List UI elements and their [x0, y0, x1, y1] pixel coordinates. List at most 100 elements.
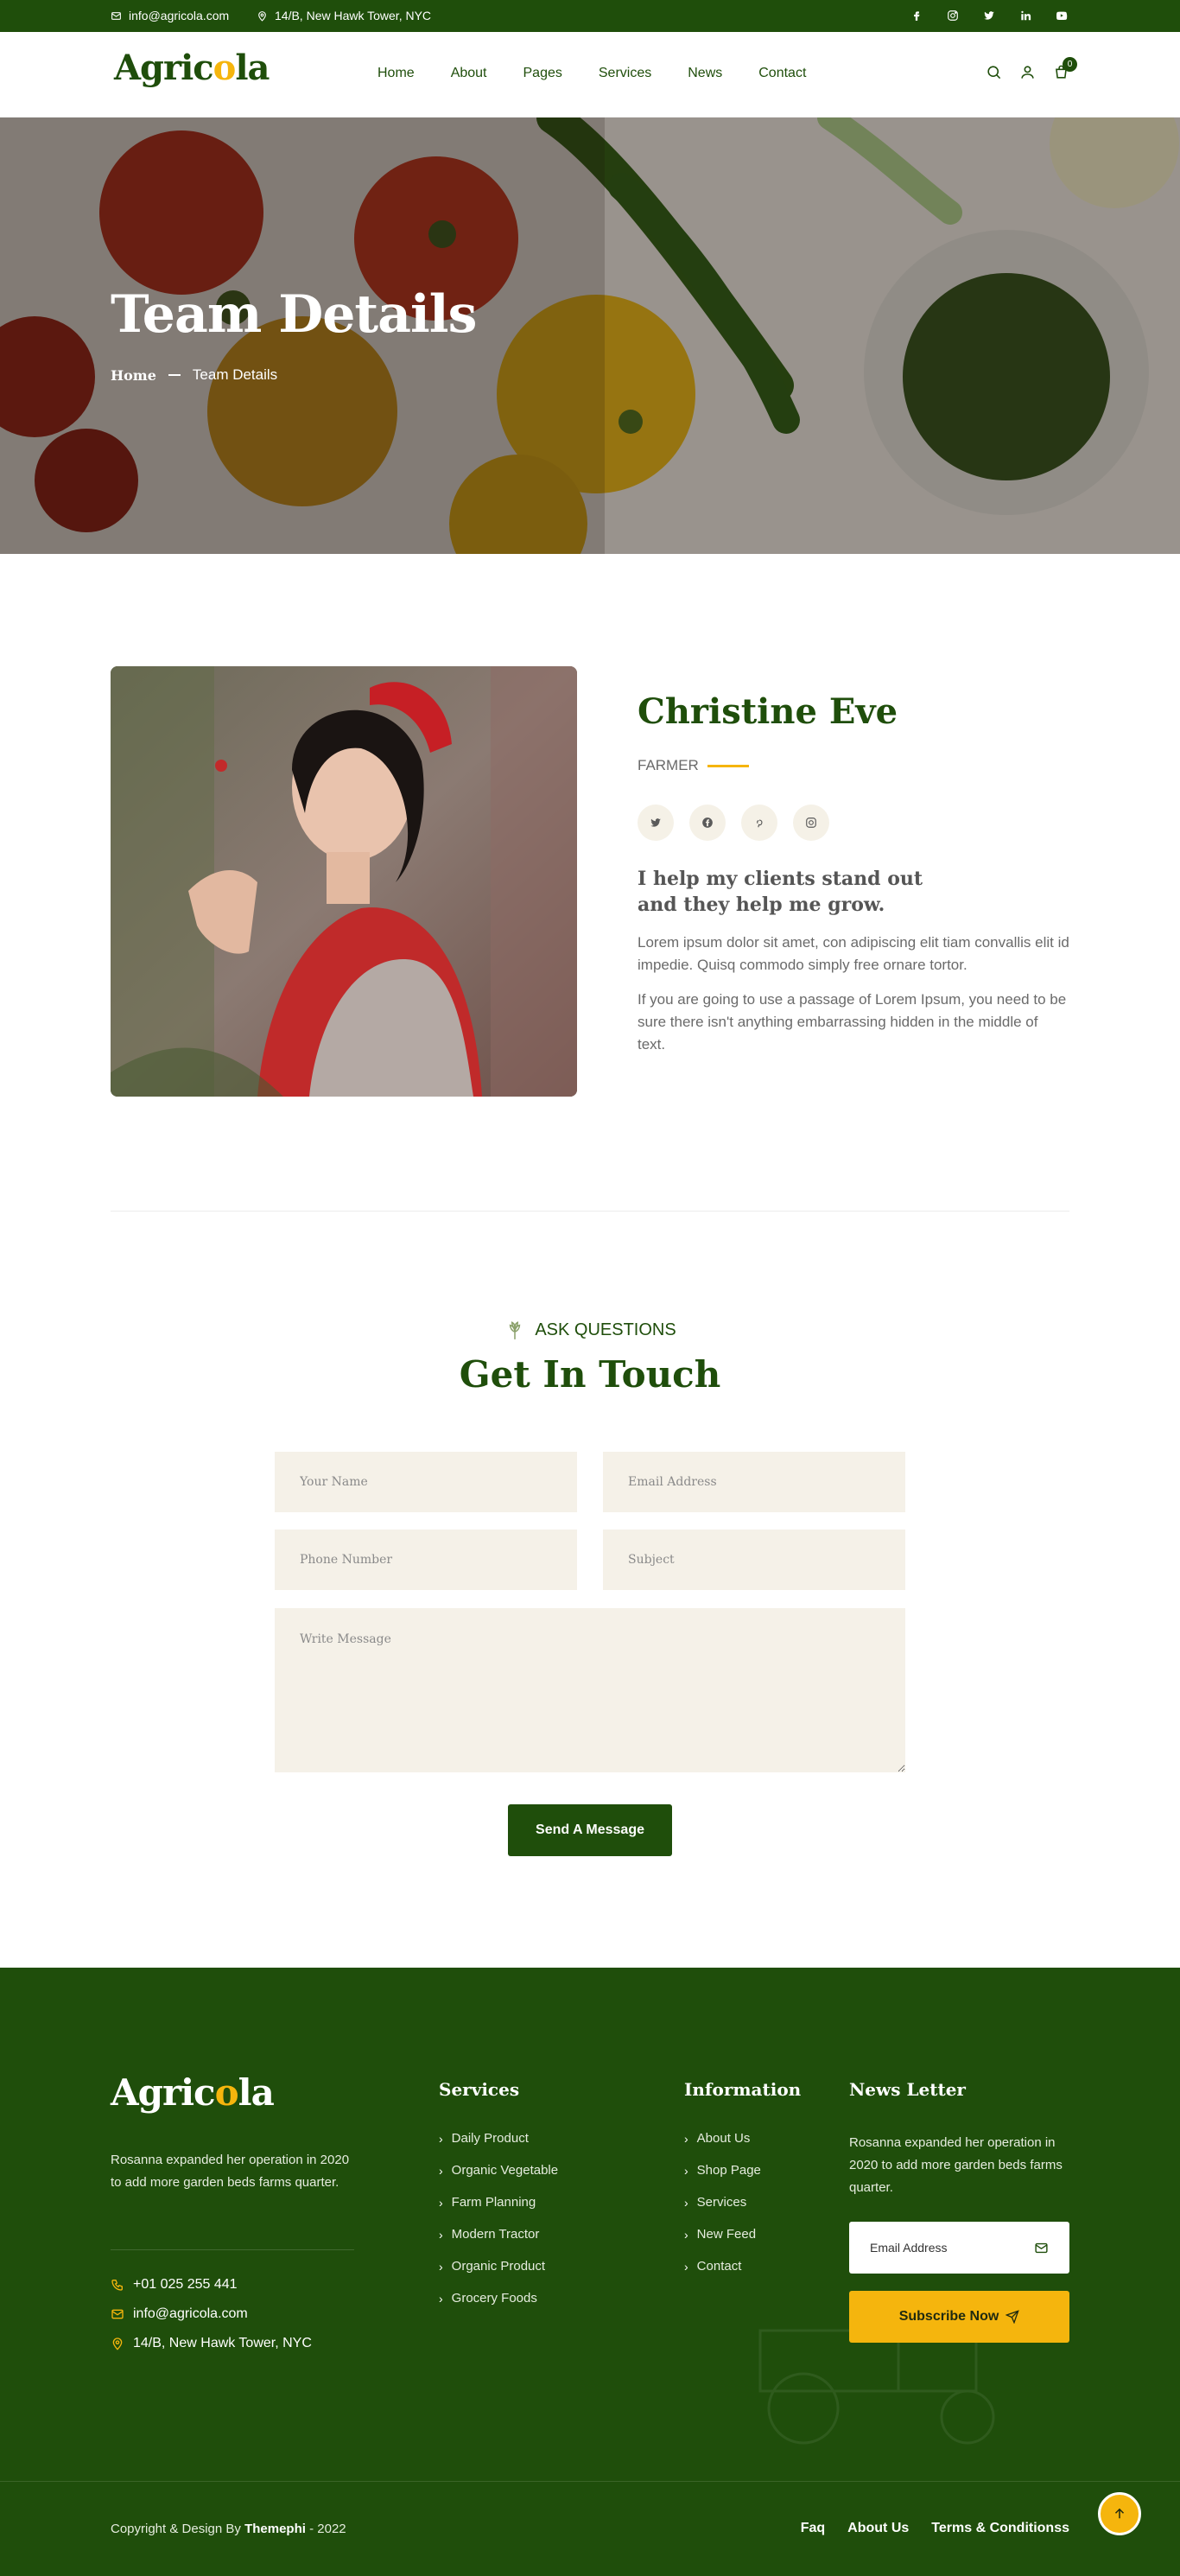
- footer-address: 14/B, New Hawk Tower, NYC: [111, 2336, 312, 2351]
- nav-news[interactable]: News: [688, 66, 722, 81]
- scroll-to-top-button[interactable]: [1098, 2492, 1141, 2535]
- footer-info-label: New Feed: [696, 2227, 757, 2242]
- footer-info-label: Services: [696, 2195, 747, 2210]
- wheat-icon: [510, 1321, 521, 1339]
- cart-count-badge: 0: [1063, 57, 1077, 72]
- footer-service-label: Daily Product: [451, 2131, 529, 2146]
- footer-info-link[interactable]: › About Us: [684, 2131, 801, 2146]
- instagram-icon[interactable]: [793, 805, 829, 841]
- logo-text-2: la: [235, 48, 270, 88]
- newsletter-email-input[interactable]: Email Address: [849, 2222, 1069, 2274]
- email-input[interactable]: [603, 1452, 905, 1512]
- mail-icon: [111, 11, 121, 20]
- nav-pages[interactable]: Pages: [523, 66, 562, 81]
- footer-bottom-divider: [0, 2481, 1180, 2482]
- copyright-brand[interactable]: Themephi: [244, 2522, 306, 2536]
- cart-icon[interactable]: 0: [1053, 57, 1077, 80]
- footer-news-title: News Letter: [849, 2079, 966, 2100]
- footer-service-link[interactable]: › Grocery Foods: [439, 2291, 558, 2306]
- location-pin-icon: [258, 10, 266, 22]
- chevron-right-icon: ›: [439, 2291, 443, 2306]
- member-paragraph-1: Lorem ipsum dolor sit amet, con adipisci…: [638, 934, 1069, 973]
- footer-phone-text: +01 025 255 441: [133, 2277, 238, 2292]
- topbar-address-text: 14/B, New Hawk Tower, NYC: [275, 9, 432, 22]
- footer-contact: +01 025 255 441 info@agricola.com 14/B, …: [111, 2277, 312, 2365]
- subscribe-button[interactable]: Subscribe Now: [849, 2291, 1069, 2343]
- footer-email[interactable]: info@agricola.com: [111, 2306, 312, 2322]
- about-us-link[interactable]: About Us: [847, 2521, 909, 2536]
- footer-logo[interactable]: Agricola: [111, 2071, 275, 2114]
- topbar-socials: [909, 8, 1069, 23]
- footer-services: Services › Daily Product › Organic Vegetab…: [439, 2079, 558, 2323]
- mail-icon: [1035, 2242, 1048, 2253]
- footer-service-link[interactable]: › Farm Planning: [439, 2195, 558, 2210]
- nav-services[interactable]: Services: [599, 66, 651, 81]
- copyright: Copyright & Design By Themephi - 2022: [111, 2522, 346, 2536]
- subject-input[interactable]: [603, 1530, 905, 1590]
- footer-logo-text-2: la: [238, 2071, 275, 2114]
- phone-input[interactable]: [275, 1530, 577, 1590]
- phone-icon: [111, 2280, 123, 2291]
- footer-info-link[interactable]: › New Feed: [684, 2227, 801, 2242]
- header-icons: 0: [986, 57, 1077, 80]
- facebook-icon[interactable]: [909, 8, 924, 23]
- subscribe-label: Subscribe Now: [898, 2309, 999, 2324]
- nav-about[interactable]: About: [451, 66, 487, 81]
- arrow-up-icon: [1114, 2508, 1125, 2519]
- footer-logo-text-o: o: [214, 2071, 239, 2114]
- search-icon[interactable]: [986, 64, 1002, 80]
- footer-service-link[interactable]: › Daily Product: [439, 2131, 558, 2146]
- footer-service-label: Organic Vegetable: [451, 2163, 559, 2178]
- facebook-circle-icon[interactable]: [689, 805, 726, 841]
- breadcrumb-current: Team Details: [192, 366, 278, 383]
- twitter-icon[interactable]: [981, 8, 997, 23]
- footer-newsletter: News Letter: [849, 2079, 966, 2131]
- logo-text-1: Agric: [114, 48, 214, 88]
- user-icon[interactable]: [1019, 64, 1036, 80]
- footer-info-link[interactable]: › Shop Page: [684, 2163, 801, 2178]
- footer-service-label: Farm Planning: [451, 2195, 536, 2210]
- youtube-icon[interactable]: [1054, 8, 1069, 23]
- topbar-email[interactable]: info@agricola.com: [111, 9, 229, 22]
- member-role-text: FARMER: [638, 757, 699, 773]
- footer-service-label: Organic Product: [451, 2259, 546, 2274]
- send-message-button[interactable]: Send A Message: [508, 1804, 672, 1856]
- newsletter-placeholder: Email Address: [870, 2241, 948, 2255]
- chevron-right-icon: ›: [684, 2259, 688, 2274]
- section-divider: [111, 1211, 1069, 1212]
- footer-about: Rosanna expanded her operation in 2020 t…: [111, 2153, 350, 2190]
- linkedin-icon[interactable]: [1018, 8, 1033, 23]
- paper-plane-icon: [1006, 2310, 1020, 2324]
- footer-service-link[interactable]: › Organic Vegetable: [439, 2163, 558, 2178]
- footer-service-link[interactable]: › Organic Product: [439, 2259, 558, 2274]
- site-footer: Agricola Rosanna expanded her operation …: [0, 1968, 1180, 2576]
- footer-service-label: Grocery Foods: [451, 2291, 537, 2306]
- pinterest-icon[interactable]: [741, 805, 777, 841]
- terms-link[interactable]: Terms & Conditionss: [931, 2521, 1069, 2536]
- footer-news-text: Rosanna expanded her operation in 2020 t…: [849, 2135, 1063, 2195]
- breadcrumb-separator: [168, 374, 181, 376]
- topbar-email-text: info@agricola.com: [129, 9, 230, 22]
- page-hero: Team Details Home Team Details: [0, 118, 1180, 554]
- breadcrumb: Home Team Details: [111, 366, 277, 384]
- member-photo: [111, 666, 577, 1097]
- footer-info-link[interactable]: › Services: [684, 2195, 801, 2210]
- footer-info-link[interactable]: › Contact: [684, 2259, 801, 2274]
- nav-home[interactable]: Home: [377, 66, 415, 81]
- site-logo[interactable]: Agricola: [114, 48, 270, 88]
- breadcrumb-home[interactable]: Home: [111, 367, 156, 384]
- nav-contact[interactable]: Contact: [758, 66, 806, 81]
- footer-logo-text-1: Agric: [111, 2071, 216, 2114]
- footer-info-title: Information: [684, 2079, 802, 2100]
- instagram-icon[interactable]: [945, 8, 961, 23]
- chevron-right-icon: ›: [439, 2163, 443, 2178]
- chevron-right-icon: ›: [684, 2163, 688, 2178]
- name-input[interactable]: [275, 1452, 577, 1512]
- chevron-right-icon: ›: [439, 2259, 443, 2274]
- message-textarea[interactable]: [275, 1608, 905, 1772]
- footer-service-link[interactable]: › Modern Tractor: [439, 2227, 558, 2242]
- faq-link[interactable]: Faq: [801, 2521, 825, 2536]
- page-title: Team Details: [111, 284, 477, 345]
- footer-phone[interactable]: +01 025 255 441: [111, 2277, 312, 2293]
- twitter-icon[interactable]: [638, 805, 674, 841]
